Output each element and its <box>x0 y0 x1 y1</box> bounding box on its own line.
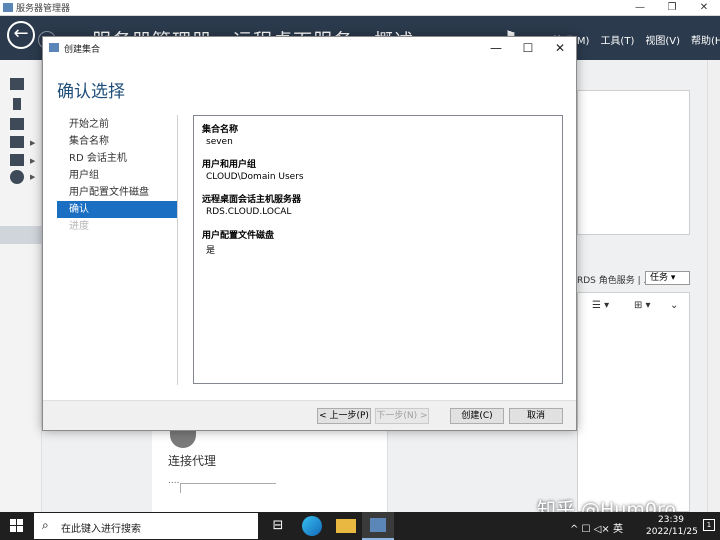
server-manager-window-title: 服务器管理器 <box>16 4 71 14</box>
close-icon[interactable]: ✕ <box>688 0 720 16</box>
step-confirmation[interactable]: 确认 <box>57 201 178 218</box>
summary-label: 用户配置文件磁盘 <box>202 231 275 241</box>
server-manager-taskbar-item[interactable] <box>362 512 394 540</box>
dialog-titlebar: 创建集合 — ☐ ✕ <box>43 37 576 59</box>
list-view-icon[interactable]: ☰ ▾ <box>592 300 609 311</box>
wizard-steps: 开始之前 集合名称 RD 会话主机 用户组 用户配置文件磁盘 确认 进度 <box>57 116 178 235</box>
create-collection-dialog: 创建集合 — ☐ ✕ 确认选择 开始之前 集合名称 RD 会话主机 用户组 用户… <box>42 36 577 431</box>
summary-value: CLOUD\Domain Users <box>206 172 304 182</box>
summary-value: 是 <box>206 246 216 256</box>
menu-help[interactable]: 帮助(H) <box>691 32 720 47</box>
step-progress: 进度 <box>69 221 89 232</box>
local-server-icon[interactable] <box>13 98 21 110</box>
back-arrow-icon[interactable]: ← <box>7 21 35 49</box>
summary-label: 远程桌面会话主机服务器 <box>202 195 302 205</box>
connection-broker-dots: .... <box>168 476 180 486</box>
menu-tools[interactable]: 工具(T) <box>600 32 634 47</box>
server-manager-menu: 管理(M) 工具(T) 视图(V) 帮助(H) <box>553 32 720 47</box>
expand-arrow-icon[interactable]: ▶ <box>30 173 35 181</box>
server-manager-nav: ▶ ▶ ▶ <box>0 60 42 512</box>
search-icon: ⌕ <box>42 518 49 532</box>
dialog-footer: < 上一步(P) 下一步(N) > 创建(C) 取消 <box>43 400 576 430</box>
system-tray[interactable]: ^ ☐ ◁× 英 <box>570 520 623 535</box>
rds-icon[interactable] <box>10 170 24 184</box>
dialog-app-icon <box>49 43 59 52</box>
dialog-minimize-icon[interactable]: — <box>481 37 511 59</box>
step-user-groups[interactable]: 用户组 <box>57 167 178 184</box>
clock-time: 23:39 <box>658 515 684 525</box>
summary-item: 集合名称 seven <box>202 122 238 147</box>
expand-arrow-icon[interactable]: ▶ <box>30 157 35 165</box>
windows-start-icon[interactable] <box>10 519 24 533</box>
server-manager-taskbar-icon <box>370 518 386 532</box>
summary-value: seven <box>206 137 233 147</box>
summary-value: RDS.CLOUD.LOCAL <box>206 207 292 217</box>
expand-arrow-icon[interactable]: ▶ <box>30 139 35 147</box>
page-title: 确认选择 <box>57 82 125 102</box>
summary-label: 集合名称 <box>202 125 239 135</box>
tasks-dropdown[interactable]: 任务 ▾ <box>645 271 690 285</box>
summary-item: 远程桌面会话主机服务器 RDS.CLOUD.LOCAL <box>202 192 301 217</box>
iis-icon[interactable] <box>10 154 24 166</box>
confirmation-summary: 集合名称 seven 用户和用户组 CLOUD\Domain Users 远程桌… <box>193 115 563 384</box>
cancel-button[interactable]: 取消 <box>509 408 563 424</box>
step-collection-name[interactable]: 集合名称 <box>57 133 178 150</box>
restore-icon[interactable]: ❐ <box>656 0 688 16</box>
clock-date: 2022/11/25 <box>646 527 698 537</box>
menu-view[interactable]: 视图(V) <box>645 32 680 47</box>
nav-selected-highlight <box>0 226 42 244</box>
file-explorer-icon[interactable] <box>336 519 356 533</box>
chevron-down-icon[interactable]: ⌄ <box>670 300 678 311</box>
server-manager-app-icon <box>3 3 13 12</box>
connection-broker-label: 连接代理 <box>168 454 217 468</box>
summary-item: 用户配置文件磁盘 是 <box>202 228 274 256</box>
step-before-you-begin[interactable]: 开始之前 <box>57 116 178 133</box>
dialog-title: 创建集合 <box>64 45 101 55</box>
step-rd-session-host[interactable]: RD 会话主机 <box>57 150 178 167</box>
create-button[interactable]: 创建(C) <box>450 408 504 424</box>
server-manager-titlebar: 服务器管理器 — ❐ ✕ <box>0 0 720 16</box>
connector-line <box>180 483 276 493</box>
overview-panel <box>577 90 690 235</box>
edge-browser-icon[interactable] <box>302 516 322 536</box>
dialog-body: 确认选择 开始之前 集合名称 RD 会话主机 用户组 用户配置文件磁盘 确认 进… <box>43 59 576 400</box>
role-services-panel <box>577 292 690 512</box>
dashboard-icon[interactable] <box>10 78 24 90</box>
search-placeholder: 在此键入进行搜索 <box>61 524 141 535</box>
rds-role-services-label: RDS 角色服务 | ... <box>577 276 653 286</box>
previous-button[interactable]: < 上一步(P) <box>317 408 371 424</box>
notification-icon[interactable]: 1 <box>703 519 715 531</box>
dialog-close-icon[interactable]: ✕ <box>545 37 575 59</box>
step-user-profile-disks[interactable]: 用户配置文件磁盘 <box>57 184 178 201</box>
summary-label: 用户和用户组 <box>202 160 257 170</box>
next-button: 下一步(N) > <box>375 408 429 424</box>
taskbar: ⌕ 在此键入进行搜索 ⊟ ^ ☐ ◁× 英 23:39 2022/11/25 1 <box>0 512 720 540</box>
filter-icon[interactable]: ⊞ ▾ <box>634 300 651 311</box>
minimize-icon[interactable]: — <box>624 0 656 16</box>
task-view-icon[interactable]: ⊟ <box>268 516 288 536</box>
steps-divider <box>177 115 178 385</box>
dialog-maximize-icon[interactable]: ☐ <box>513 37 543 59</box>
tasks-label: 任务 <box>650 273 669 283</box>
vertical-scrollbar[interactable] <box>707 60 720 512</box>
taskbar-search-box[interactable]: ⌕ 在此键入进行搜索 <box>34 513 258 539</box>
clock[interactable]: 23:39 2022/11/25 <box>646 514 698 538</box>
summary-item: 用户和用户组 CLOUD\Domain Users <box>202 157 304 182</box>
file-storage-icon[interactable] <box>10 136 24 148</box>
all-servers-icon[interactable] <box>10 118 24 130</box>
